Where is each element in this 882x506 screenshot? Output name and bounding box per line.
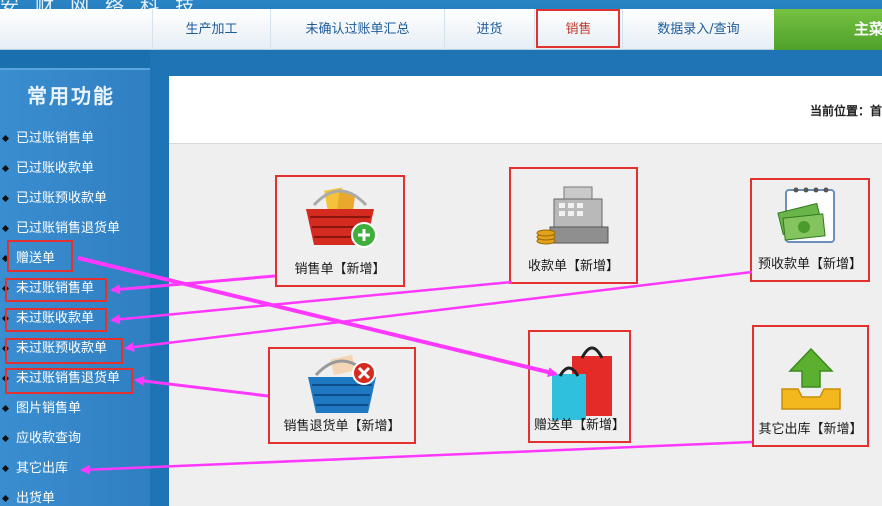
tile-new-gift[interactable]: 赠送单【新增】 xyxy=(528,330,631,443)
tile-new-prepayment[interactable]: 预收款单【新增】 xyxy=(750,178,870,282)
sidebar-item-label: 已过账销售退货单 xyxy=(16,221,121,236)
sidebar-title: 常用功能 xyxy=(27,84,115,108)
sales-nav-highlight xyxy=(536,9,620,48)
tile-new-other-outbound[interactable]: 其它出库【新增】 xyxy=(752,325,869,447)
shopping-basket-add-icon xyxy=(306,187,377,248)
sidebar-item-label: 应收款查询 xyxy=(16,431,82,446)
shopping-bags-icon xyxy=(551,346,612,420)
top-bar: 安 财 网 络 科 技 生产加工 未确认过账单汇总 进货 销售 数据录入/查询 … xyxy=(0,0,882,50)
panel-header: 当前位置：首 xyxy=(169,76,882,144)
tile-label: 赠送单【新增】 xyxy=(533,418,625,433)
tile-label: 其它出库【新增】 xyxy=(758,422,863,437)
tile-label: 预收款单【新增】 xyxy=(757,257,862,272)
basket-remove-icon xyxy=(308,354,376,413)
gift-item-highlight xyxy=(7,240,73,272)
sidebar-item-label: 出货单 xyxy=(16,491,56,506)
nav-item-purchase[interactable]: 进货 xyxy=(444,9,534,50)
tile-new-receipt[interactable]: 收款单【新增】 xyxy=(509,167,638,284)
tile-label: 销售单【新增】 xyxy=(294,262,386,277)
tile-new-sales-order[interactable]: 销售单【新增】 xyxy=(275,175,405,287)
sidebar-item-label: 已过账收款单 xyxy=(16,161,95,176)
nav-item-unconfirmed-summary[interactable]: 未确认过账单汇总 xyxy=(270,9,444,50)
tray-upload-icon xyxy=(780,347,841,410)
nav-item-main-menu[interactable]: 主菜 xyxy=(774,9,882,50)
sidebar-item-label: 已过账预收款单 xyxy=(16,191,108,206)
sidebar-item-label: 其它出库 xyxy=(16,461,69,476)
sidebar-item-label: 图片销售单 xyxy=(16,401,82,416)
cash-register-icon xyxy=(536,186,608,245)
breadcrumb: 当前位置：首 xyxy=(809,104,882,118)
main-nav: 生产加工 未确认过账单汇总 进货 销售 数据录入/查询 主菜 xyxy=(0,9,882,50)
sidebar-item-label: 已过账销售单 xyxy=(16,131,95,146)
tile-new-sales-return[interactable]: 销售退货单【新增】 xyxy=(268,347,416,444)
unposted-returns-highlight xyxy=(5,368,133,394)
unposted-receipts-highlight xyxy=(5,308,107,332)
tile-label: 销售退货单【新增】 xyxy=(283,419,401,434)
unposted-prepayments-highlight xyxy=(5,338,123,364)
nav-left-pad xyxy=(0,9,152,50)
tile-label: 收款单【新增】 xyxy=(527,259,619,274)
unposted-sales-highlight xyxy=(5,278,107,302)
nav-item-production[interactable]: 生产加工 xyxy=(152,9,270,50)
nav-item-data-entry[interactable]: 数据录入/查询 xyxy=(622,9,774,50)
money-notebook-icon xyxy=(777,187,835,243)
